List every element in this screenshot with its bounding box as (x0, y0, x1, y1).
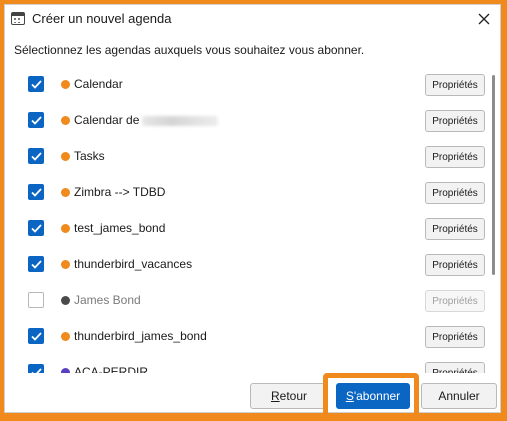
calendar-name-text: Zimbra --> TDBD (74, 185, 166, 199)
calendar-color-dot (61, 260, 70, 269)
calendar-row: James Bond Propriétés (14, 283, 485, 319)
calendar-name-text: Tasks (74, 149, 105, 163)
calendar-name-text: ACA-PERDIR (74, 365, 149, 373)
calendar-color-dot (61, 116, 70, 125)
calendar-name: test_james_bond (74, 221, 165, 235)
calendar-row: thunderbird_james_bond Propriétés (14, 319, 485, 355)
titlebar: Créer un nouvel agenda (5, 5, 500, 33)
calendar-color-dot (61, 224, 70, 233)
calendar-checkbox[interactable] (28, 112, 44, 128)
calendar-row: ACA-PERDIR Propriétés (14, 355, 485, 373)
calendar-row: Calendar de Propriétés (14, 103, 485, 139)
calendar-name-text: thunderbird_james_bond (74, 329, 207, 343)
calendar-name: Calendar (74, 77, 123, 91)
redacted-text (142, 115, 219, 126)
calendar-color-dot (61, 152, 70, 161)
check-icon (30, 259, 42, 269)
subscribe-accesskey: S (345, 389, 354, 403)
calendar-name-text: thunderbird_vacances (74, 257, 193, 271)
properties-button[interactable]: Propriétés (425, 74, 485, 96)
check-icon (30, 223, 42, 233)
calendar-checkbox[interactable] (28, 328, 44, 344)
cancel-button[interactable]: Annuler (421, 383, 497, 409)
properties-button: Propriétés (425, 290, 485, 312)
calendar-color-dot (61, 368, 70, 373)
properties-button[interactable]: Propriétés (425, 254, 485, 276)
window-title: Créer un nouvel agenda (32, 11, 172, 26)
subscribe-label-rest: 'abonner (353, 389, 401, 403)
back-label-rest: etour (279, 389, 308, 403)
calendar-icon (11, 12, 25, 25)
calendar-checkbox[interactable] (28, 148, 44, 164)
calendar-name-text: test_james_bond (74, 221, 166, 235)
back-button[interactable]: Retour (250, 383, 328, 409)
subscribe-dialog: Créer un nouvel agenda Sélectionnez les … (4, 4, 501, 420)
calendar-row: thunderbird_vacances Propriétés (14, 247, 485, 283)
calendar-color-dot (61, 80, 70, 89)
properties-button[interactable]: Propriétés (425, 146, 485, 168)
calendar-checkbox[interactable] (28, 184, 44, 200)
check-icon (30, 151, 42, 161)
calendar-list: Calendar Propriétés Calendar de Propriétés T… (14, 65, 496, 373)
calendar-checkbox[interactable] (28, 220, 44, 236)
properties-button[interactable]: Propriétés (425, 362, 485, 373)
calendar-name: ACA-PERDIR (74, 365, 148, 373)
calendar-checkbox[interactable] (28, 364, 44, 373)
back-accesskey: R (270, 389, 280, 403)
calendar-name-text: Calendar (74, 77, 123, 91)
calendar-row: Tasks Propriétés (14, 139, 485, 175)
check-icon (30, 367, 42, 373)
calendar-color-dot (61, 296, 70, 305)
calendar-name: Calendar de (74, 113, 219, 127)
calendar-color-dot (61, 332, 70, 341)
check-icon (30, 331, 42, 341)
calendar-row: Calendar Propriétés (14, 67, 485, 103)
properties-button[interactable]: Propriétés (425, 182, 485, 204)
calendar-name: Tasks (74, 149, 105, 163)
calendar-checkbox[interactable] (28, 256, 44, 272)
calendar-checkbox[interactable] (28, 76, 44, 92)
calendar-row: test_james_bond Propriétés (14, 211, 485, 247)
subscribe-button[interactable]: S'abonner (336, 383, 410, 409)
calendar-name: James Bond (74, 293, 141, 307)
scrollbar[interactable] (492, 75, 495, 275)
close-icon (478, 13, 490, 25)
calendar-name: thunderbird_james_bond (74, 329, 207, 343)
calendar-name-text: Calendar de (74, 113, 140, 127)
calendar-color-dot (61, 188, 70, 197)
properties-button[interactable]: Propriétés (425, 110, 485, 132)
calendar-name: Zimbra --> TDBD (74, 185, 165, 199)
calendar-name: thunderbird_vacances (74, 257, 192, 271)
calendar-checkbox (28, 292, 44, 308)
properties-button[interactable]: Propriétés (425, 218, 485, 240)
properties-button[interactable]: Propriétés (425, 326, 485, 348)
calendar-name-text: James Bond (74, 293, 141, 307)
calendar-row: Zimbra --> TDBD Propriétés (14, 175, 485, 211)
instruction-text: Sélectionnez les agendas auxquels vous s… (14, 43, 365, 57)
check-icon (30, 187, 42, 197)
check-icon (30, 79, 42, 89)
check-icon (30, 115, 42, 125)
close-button[interactable] (474, 9, 494, 29)
